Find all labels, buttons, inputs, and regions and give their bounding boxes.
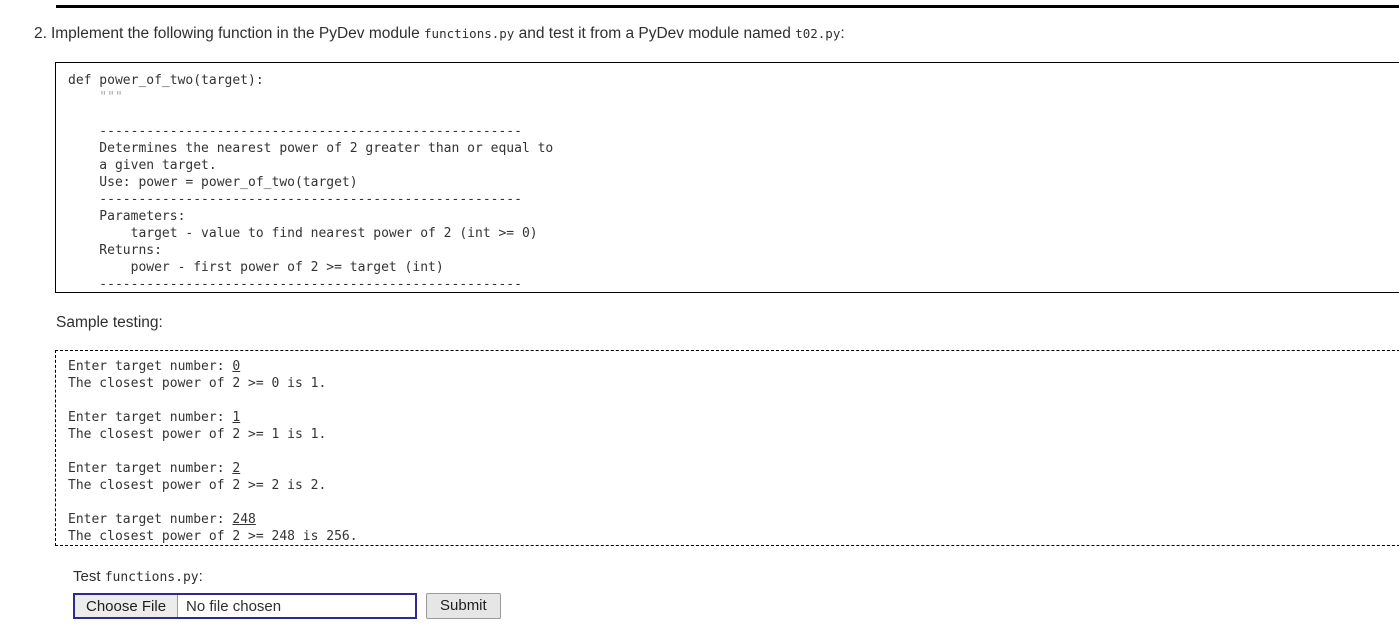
docstring-quote: """ — [68, 90, 123, 105]
upload-form-row: Choose File No file chosen Submit — [73, 593, 501, 619]
question-text-middle: and test it from a PyDev module named — [518, 25, 791, 42]
submit-button[interactable]: Submit — [426, 593, 501, 619]
file-status-text: No file chosen — [186, 597, 282, 615]
upload-form-label: Test functions.py: — [73, 566, 501, 589]
question-text-before: Implement the following function in the … — [50, 25, 420, 42]
upload-label-suffix: : — [198, 568, 203, 585]
module-name-functions: functions.py — [424, 26, 515, 41]
function-docstring-code: def power_of_two(target): """ ----------… — [68, 73, 554, 292]
sample-user-input: 0 — [232, 359, 241, 374]
sample-user-input: 2 — [232, 461, 241, 476]
function-spec-code-block: def power_of_two(target): """ ----------… — [55, 62, 1399, 293]
sample-testing-transcript: Enter target number: 0 The closest power… — [68, 359, 358, 544]
sample-user-input: 248 — [232, 512, 256, 527]
question-text-end: : — [840, 25, 845, 42]
sample-testing-output-box: Enter target number: 0 The closest power… — [55, 350, 1399, 546]
question-statement: 2. Implement the following function in th… — [34, 24, 845, 44]
question-number: 2. — [34, 25, 47, 42]
upload-label-filename: functions.py — [104, 570, 199, 585]
choose-file-button[interactable]: Choose File — [75, 595, 179, 617]
file-input[interactable]: Choose File No file chosen — [73, 593, 417, 619]
module-name-t02: t02.py — [795, 26, 841, 41]
upload-label-prefix: Test — [73, 568, 105, 585]
sample-user-input: 1 — [232, 410, 241, 425]
assignment-page: 2. Implement the following function in th… — [0, 0, 1399, 640]
top-horizontal-rule — [56, 5, 1399, 8]
sample-testing-label: Sample testing: — [56, 314, 163, 331]
upload-form: Test functions.py: Choose File No file c… — [73, 566, 501, 619]
